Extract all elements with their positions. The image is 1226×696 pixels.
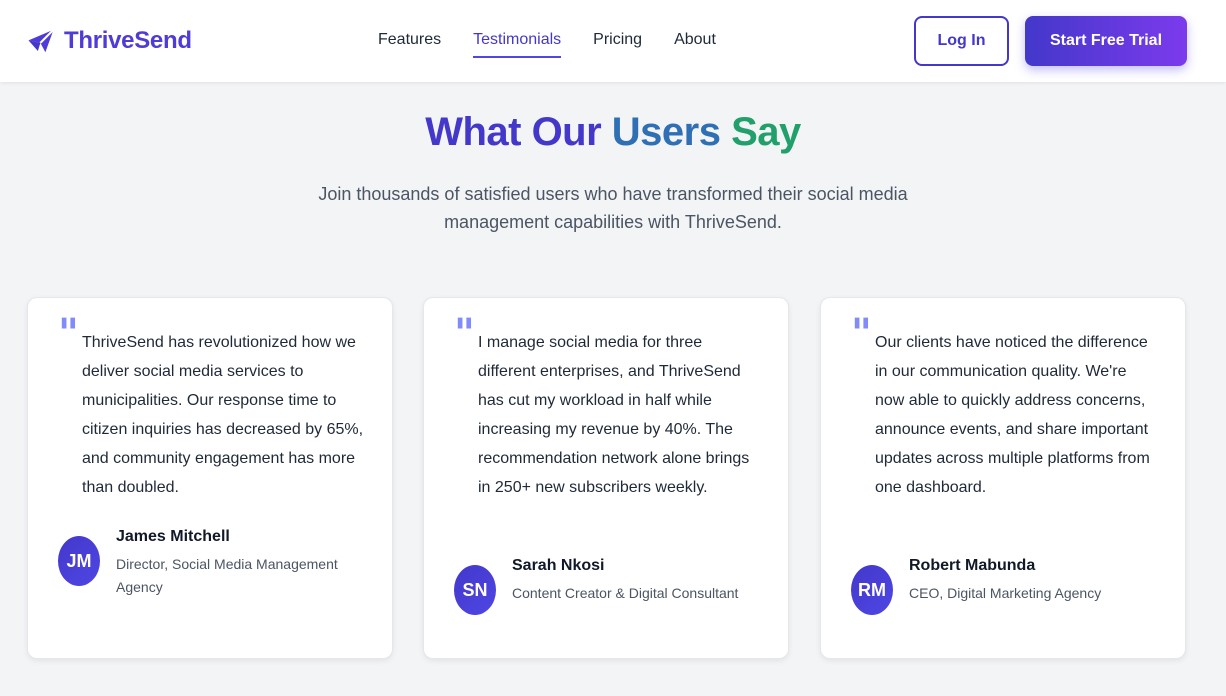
title-part-2: Users	[611, 110, 732, 154]
nav-item-testimonials[interactable]: Testimonials	[473, 30, 562, 58]
quote-icon: "	[851, 310, 872, 357]
avatar: RM	[851, 565, 893, 615]
paper-plane-icon	[28, 29, 55, 53]
author-info: Robert Mabunda CEO, Digital Marketing Ag…	[909, 555, 1159, 605]
author-name: James Mitchell	[116, 528, 230, 545]
nav-item-pricing[interactable]: Pricing	[593, 30, 642, 58]
author-name: Robert Mabunda	[909, 557, 1036, 574]
testimonial-author: SN Sarah Nkosi Content Creator & Digital…	[454, 555, 762, 615]
login-button[interactable]: Log In	[914, 16, 1009, 66]
avatar: JM	[58, 536, 100, 586]
author-name: Sarah Nkosi	[512, 557, 605, 574]
testimonial-author: JM James Mitchell Director, Social Media…	[58, 526, 366, 599]
testimonial-quote: ThriveSend has revolutionized how we del…	[82, 334, 364, 496]
testimonial-card: " ThriveSend has revolutionized how we d…	[27, 297, 393, 659]
nav-item-features[interactable]: Features	[378, 30, 441, 58]
start-free-trial-button[interactable]: Start Free Trial	[1025, 16, 1187, 66]
testimonial-quote: I manage social media for three differen…	[478, 334, 750, 496]
section-subtitle: Join thousands of satisfied users who ha…	[318, 184, 908, 232]
testimonial-author: RM Robert Mabunda CEO, Digital Marketing…	[851, 555, 1159, 615]
title-part-1: What Our	[425, 110, 612, 154]
author-info: James Mitchell Director, Social Media Ma…	[116, 526, 366, 599]
testimonial-quote: Our clients have noticed the difference …	[875, 334, 1150, 496]
author-info: Sarah Nkosi Content Creator & Digital Co…	[512, 555, 762, 605]
main-nav: Features Testimonials Pricing About	[378, 30, 716, 58]
author-role: CEO, Digital Marketing Agency	[909, 585, 1102, 601]
quote-icon: "	[454, 310, 475, 357]
site-header: ThriveSend Features Testimonials Pricing…	[0, 0, 1226, 82]
quote-icon: "	[58, 310, 79, 357]
brand-logo-link[interactable]: ThriveSend	[26, 25, 192, 57]
nav-item-about[interactable]: About	[674, 30, 716, 58]
testimonial-card: " I manage social media for three differ…	[423, 297, 789, 659]
author-role: Director, Social Media Management Agency	[116, 556, 338, 595]
avatar: SN	[454, 565, 496, 615]
section-title: What Our Users Say	[0, 106, 1226, 158]
title-part-3: Say	[731, 110, 801, 154]
testimonial-card: " Our clients have noticed the differenc…	[820, 297, 1186, 659]
brand-name: ThriveSend	[64, 27, 192, 54]
author-role: Content Creator & Digital Consultant	[512, 585, 739, 601]
